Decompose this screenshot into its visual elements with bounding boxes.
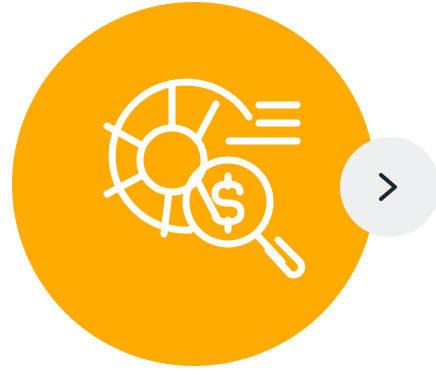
magnifying-glass-icon <box>182 156 306 279</box>
speed-lines-icon <box>225 101 301 145</box>
dollar-sign-icon <box>211 172 245 234</box>
next-button[interactable] <box>340 137 436 237</box>
carousel-slide <box>0 0 436 375</box>
chevron-right-icon <box>379 173 397 201</box>
